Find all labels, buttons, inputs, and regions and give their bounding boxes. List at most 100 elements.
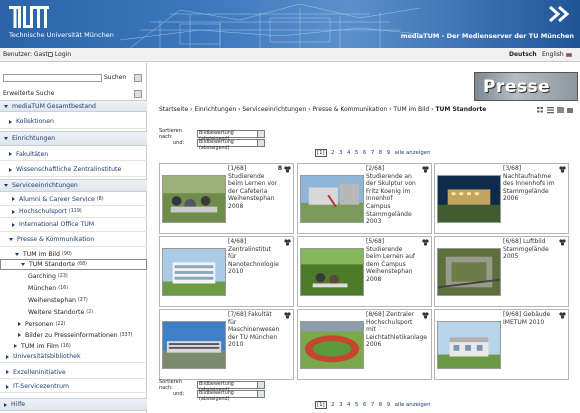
sidebar-item[interactable]: Garching (23): [0, 271, 147, 282]
search-input[interactable]: [3, 74, 102, 82]
page-link[interactable]: 3: [339, 150, 342, 156]
details-icon[interactable]: [422, 312, 429, 319]
thumbnail-image[interactable]: [300, 175, 364, 223]
thumbnail-image[interactable]: [437, 248, 501, 296]
collapsed-arrow-icon[interactable]: [6, 354, 9, 359]
sidebar-item[interactable]: Hilfe: [0, 398, 147, 411]
collapsed-arrow-icon[interactable]: [12, 222, 15, 227]
sidebar-item[interactable]: Alumni & Career Service (8): [0, 193, 147, 206]
sidebar-item[interactable]: Universitätsbibliothek: [0, 351, 147, 363]
details-icon[interactable]: [284, 166, 291, 173]
expanded-arrow-icon[interactable]: [4, 104, 8, 108]
image-cell[interactable]: [9/68] Gebäude IMETUM 2010: [434, 309, 569, 380]
sort-select-bottom-2[interactable]: Bildbewertung (absteigend): [197, 390, 265, 402]
image-caption[interactable]: [3/68] Nachtaufnahme des Innenhofs im St…: [503, 165, 555, 203]
expanded-arrow-icon[interactable]: [4, 184, 8, 187]
page-link[interactable]: 9: [387, 402, 390, 408]
collapsed-arrow-icon[interactable]: [9, 167, 12, 172]
image-cell[interactable]: [6/68] Luftbild Stammgelände 2005: [434, 236, 569, 307]
image-caption[interactable]: [9/68] Gebäude IMETUM 2010: [503, 311, 555, 326]
page-link[interactable]: 8: [379, 402, 382, 408]
image-cell[interactable]: [5/68] Studierende beim Lernen auf dem C…: [297, 236, 432, 307]
collapsed-arrow-icon[interactable]: [9, 152, 12, 156]
sidebar-item[interactable]: Exzelleninitiative: [0, 366, 147, 379]
thumbnail-image[interactable]: [300, 248, 364, 296]
sort-select-bottom-1[interactable]: Bildbewertung (absteigend): [197, 381, 265, 393]
sidebar-item[interactable]: Einrichtungen: [0, 131, 147, 146]
page-link[interactable]: [1]: [315, 149, 327, 157]
advanced-search-collapse-icon[interactable]: [134, 90, 142, 98]
image-cell[interactable]: [7/68] Fakultät für Maschinenwesen der T…: [159, 309, 294, 380]
sidebar-item[interactable]: Wissenschaftliche Zentralinstitute: [0, 163, 147, 177]
page-link[interactable]: 6: [363, 150, 366, 156]
collapsed-arrow-icon[interactable]: [6, 370, 9, 374]
thumbnail-image[interactable]: [162, 175, 226, 223]
sidebar-item[interactable]: Hochschulsport (119): [0, 206, 147, 218]
sidebar-item[interactable]: Weihenstephan (27): [0, 295, 147, 306]
image-caption[interactable]: [4/68] Zentralinstitut für Nanotechnolog…: [228, 238, 280, 276]
advanced-search-link[interactable]: Erweiterte Suche: [3, 90, 54, 97]
language-en-link[interactable]: English: [542, 51, 572, 58]
expanded-arrow-icon[interactable]: [4, 137, 8, 140]
expanded-arrow-icon[interactable]: [9, 238, 13, 241]
search-button[interactable]: Suchen: [104, 74, 126, 81]
page-link[interactable]: [1]: [315, 401, 327, 409]
tum-logo[interactable]: [9, 6, 49, 28]
sidebar-item[interactable]: Presse & Kommunikation: [0, 233, 147, 247]
details-icon[interactable]: [284, 239, 291, 246]
thumbnail-image[interactable]: [162, 321, 226, 369]
image-caption[interactable]: [2/68] Studierende an der Skulptur von F…: [366, 165, 418, 226]
language-de-link[interactable]: Deutsch: [509, 51, 537, 58]
sidebar-item[interactable]: Personen (22): [0, 319, 147, 329]
thumbnail-image[interactable]: [162, 248, 226, 296]
page-link[interactable]: 3: [339, 402, 342, 408]
expanded-arrow-icon[interactable]: [21, 263, 25, 266]
image-caption[interactable]: [5/68] Studierende beim Lernen auf dem C…: [366, 238, 418, 284]
collapsed-arrow-icon[interactable]: [4, 402, 7, 407]
thumbnail-image[interactable]: [437, 175, 501, 223]
details-icon[interactable]: [559, 312, 566, 319]
expanded-arrow-icon[interactable]: [15, 252, 19, 256]
sort-select-1[interactable]: Bildbewertung (absteigend): [197, 130, 265, 142]
collapsed-arrow-icon[interactable]: [12, 197, 15, 201]
image-cell[interactable]: [2/68] Studierende an der Skulptur von F…: [297, 163, 432, 234]
image-cell[interactable]: [1/68] Studierende beim Lernen vor der C…: [159, 163, 294, 234]
image-cell[interactable]: [8/68] Zentraler Hochschulsport mit Leic…: [297, 309, 432, 380]
page-link[interactable]: 5: [355, 150, 358, 156]
sidebar-item[interactable]: Kollektionen: [0, 115, 147, 129]
search-collapse-icon[interactable]: [134, 74, 142, 82]
image-cell[interactable]: [4/68] Zentralinstitut für Nanotechnolog…: [159, 236, 294, 307]
thumbnail-image[interactable]: [300, 321, 364, 369]
collapsed-arrow-icon[interactable]: [12, 209, 15, 214]
collapsed-arrow-icon[interactable]: [6, 384, 9, 389]
sidebar-item[interactable]: International Office TUM: [0, 218, 147, 232]
details-icon[interactable]: [559, 239, 566, 246]
collapsed-arrow-icon[interactable]: [9, 119, 12, 124]
show-all-link[interactable]: alle anzeigen: [395, 150, 431, 156]
page-link[interactable]: 9: [387, 150, 390, 156]
collapsed-arrow-icon[interactable]: [18, 333, 21, 337]
sidebar-item[interactable]: Bilder zu Presseinformationen (337): [0, 330, 147, 340]
sidebar-item[interactable]: mediaTUM Gesamtbestand: [0, 100, 147, 112]
sidebar-item[interactable]: Serviceeinrichtungen: [0, 179, 147, 192]
page-link[interactable]: 5: [355, 402, 358, 408]
breadcrumb-path[interactable]: Startseite › Einrichtungen › Serviceeinr…: [159, 106, 435, 113]
collapsed-arrow-icon[interactable]: [18, 322, 21, 326]
details-icon[interactable]: [422, 166, 429, 173]
image-caption[interactable]: [8/68] Zentraler Hochschulsport mit Leic…: [366, 311, 427, 349]
page-link[interactable]: 6: [363, 402, 366, 408]
page-link[interactable]: 2: [331, 402, 334, 408]
sidebar-item[interactable]: TUM im Bild (90): [0, 249, 147, 259]
page-link[interactable]: 4: [347, 150, 350, 156]
sidebar-item[interactable]: TUM im Film (16): [0, 341, 147, 351]
sidebar-item[interactable]: TUM Standorte (68): [0, 259, 147, 270]
page-link[interactable]: 4: [347, 402, 350, 408]
thumbnail-image[interactable]: [437, 321, 501, 369]
collapsed-arrow-icon[interactable]: [14, 344, 17, 348]
page-link[interactable]: 7: [371, 150, 374, 156]
page-link[interactable]: 8: [379, 150, 382, 156]
view-toggle-icons[interactable]: [537, 106, 575, 114]
sidebar-item[interactable]: IT-Servicezentrum: [0, 381, 147, 393]
image-cell[interactable]: [3/68] Nachtaufnahme des Innenhofs im St…: [434, 163, 569, 234]
details-icon[interactable]: [422, 239, 429, 246]
